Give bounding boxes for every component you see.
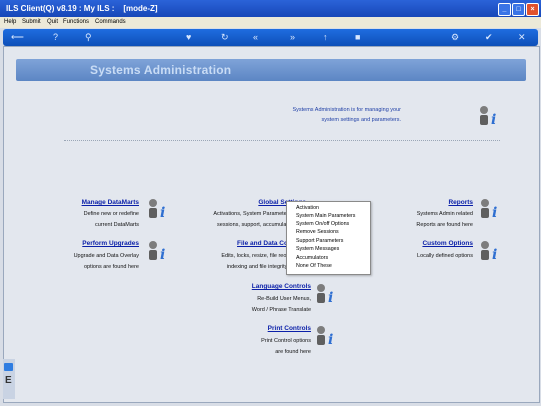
global-settings-popup-menu: Activation System Main Parameters System… <box>286 201 371 275</box>
person-help-icon: i <box>481 199 497 220</box>
main-content: Systems Administration Systems Administr… <box>3 46 540 403</box>
intro-line1: Systems Administration is for managing y… <box>292 107 401 113</box>
perform-upgrades-desc1: Upgrade and Data Overlay <box>73 253 139 259</box>
back-arrow-icon[interactable]: ⟵ <box>11 32 24 43</box>
popup-item-none-of-these[interactable]: None Of These <box>296 263 332 269</box>
svg-text:i: i <box>160 247 165 262</box>
close-icon[interactable]: ✕ <box>518 32 526 43</box>
manage-datamarts-link[interactable]: Manage DataMarts <box>82 199 139 206</box>
manage-datamarts-desc2: current DataMarts <box>94 222 139 228</box>
person-help-icon: i <box>149 199 165 220</box>
print-controls-desc1: Print Control options <box>261 338 311 344</box>
popup-item-system-onoff-options[interactable]: System On/off Options <box>296 221 349 227</box>
window-title: ILS Client(Q) v8.19 : My ILS : [mode-Z] <box>6 4 158 13</box>
popup-item-accumulators[interactable]: Accumulators <box>296 255 328 261</box>
person-help-icon: i <box>317 284 333 305</box>
heart-icon[interactable]: ♥ <box>186 32 191 42</box>
side-tray-label: E <box>5 375 12 386</box>
maximize-button[interactable]: □ <box>512 3 525 16</box>
side-tray: E <box>3 359 15 399</box>
search-icon[interactable]: ⚲ <box>85 32 92 43</box>
title-bar: ILS Client(Q) v8.19 : My ILS : [mode-Z] … <box>0 0 541 17</box>
up-icon[interactable]: ↑ <box>323 32 328 42</box>
menu-quit[interactable]: Quit <box>47 19 58 25</box>
reports-desc2: Reports are found here <box>416 222 473 228</box>
gear-icon[interactable]: ⚙ <box>451 32 459 43</box>
menu-help[interactable]: Help <box>4 19 16 25</box>
popup-item-support-parameters[interactable]: Support Parameters <box>296 238 343 244</box>
person-help-icon: i <box>480 106 496 127</box>
svg-text:i: i <box>328 332 333 347</box>
divider <box>64 140 500 141</box>
minimize-button[interactable]: _ <box>498 3 511 16</box>
app-icon[interactable] <box>4 363 13 371</box>
popup-item-system-main-parameters[interactable]: System Main Parameters <box>296 213 355 219</box>
manage-datamarts-desc1: Define new or redefine <box>83 211 139 217</box>
stop-icon[interactable]: ■ <box>355 32 360 42</box>
rewind-icon[interactable]: « <box>253 32 258 42</box>
menu-commands[interactable]: Commands <box>95 19 126 25</box>
person-help-icon: i <box>149 241 165 262</box>
intro-line2: system settings and parameters. <box>321 117 401 123</box>
toolbar: ⟵ ? ⚲ ♥ ↻ « » ↑ ■ ⚙ ✔ ✕ <box>3 29 538 46</box>
popup-item-activation[interactable]: Activation <box>296 205 319 211</box>
svg-text:i: i <box>160 205 165 220</box>
refresh-icon[interactable]: ↻ <box>221 32 229 43</box>
svg-text:i: i <box>492 205 497 220</box>
reports-desc1: Systems Admin related <box>416 211 473 217</box>
close-window-button[interactable]: × <box>526 3 539 16</box>
help-icon[interactable]: ? <box>53 32 58 42</box>
custom-options-link[interactable]: Custom Options <box>422 240 473 247</box>
custom-options-desc1: Locally defined options <box>417 253 473 259</box>
popup-item-remove-sessions[interactable]: Remove Sessions <box>296 229 339 235</box>
perform-upgrades-desc2: options are found here <box>83 264 139 270</box>
print-controls-desc2: are found here <box>275 349 311 355</box>
banner-title: Systems Administration <box>90 63 232 77</box>
language-controls-desc2: Word / Phrase Translate <box>251 307 311 313</box>
language-controls-link[interactable]: Language Controls <box>252 283 311 290</box>
check-icon[interactable]: ✔ <box>485 32 493 43</box>
banner: Systems Administration <box>16 59 526 81</box>
menu-functions[interactable]: Functions <box>63 19 89 25</box>
person-help-icon: i <box>317 326 333 347</box>
perform-upgrades-link[interactable]: Perform Upgrades <box>82 240 139 247</box>
svg-text:i: i <box>328 290 333 305</box>
person-help-icon: i <box>481 241 497 262</box>
reports-link[interactable]: Reports <box>448 199 473 206</box>
popup-item-system-messages[interactable]: System Messages <box>296 246 339 252</box>
svg-text:i: i <box>492 247 497 262</box>
forward-icon[interactable]: » <box>290 32 295 42</box>
language-controls-desc1: Re-Build User Menus, <box>257 296 311 302</box>
svg-text:i: i <box>491 112 496 127</box>
print-controls-link[interactable]: Print Controls <box>268 325 311 332</box>
menu-submit[interactable]: Submit <box>22 19 41 25</box>
menu-bar: Help Submit Quit Functions Commands <box>0 17 541 28</box>
